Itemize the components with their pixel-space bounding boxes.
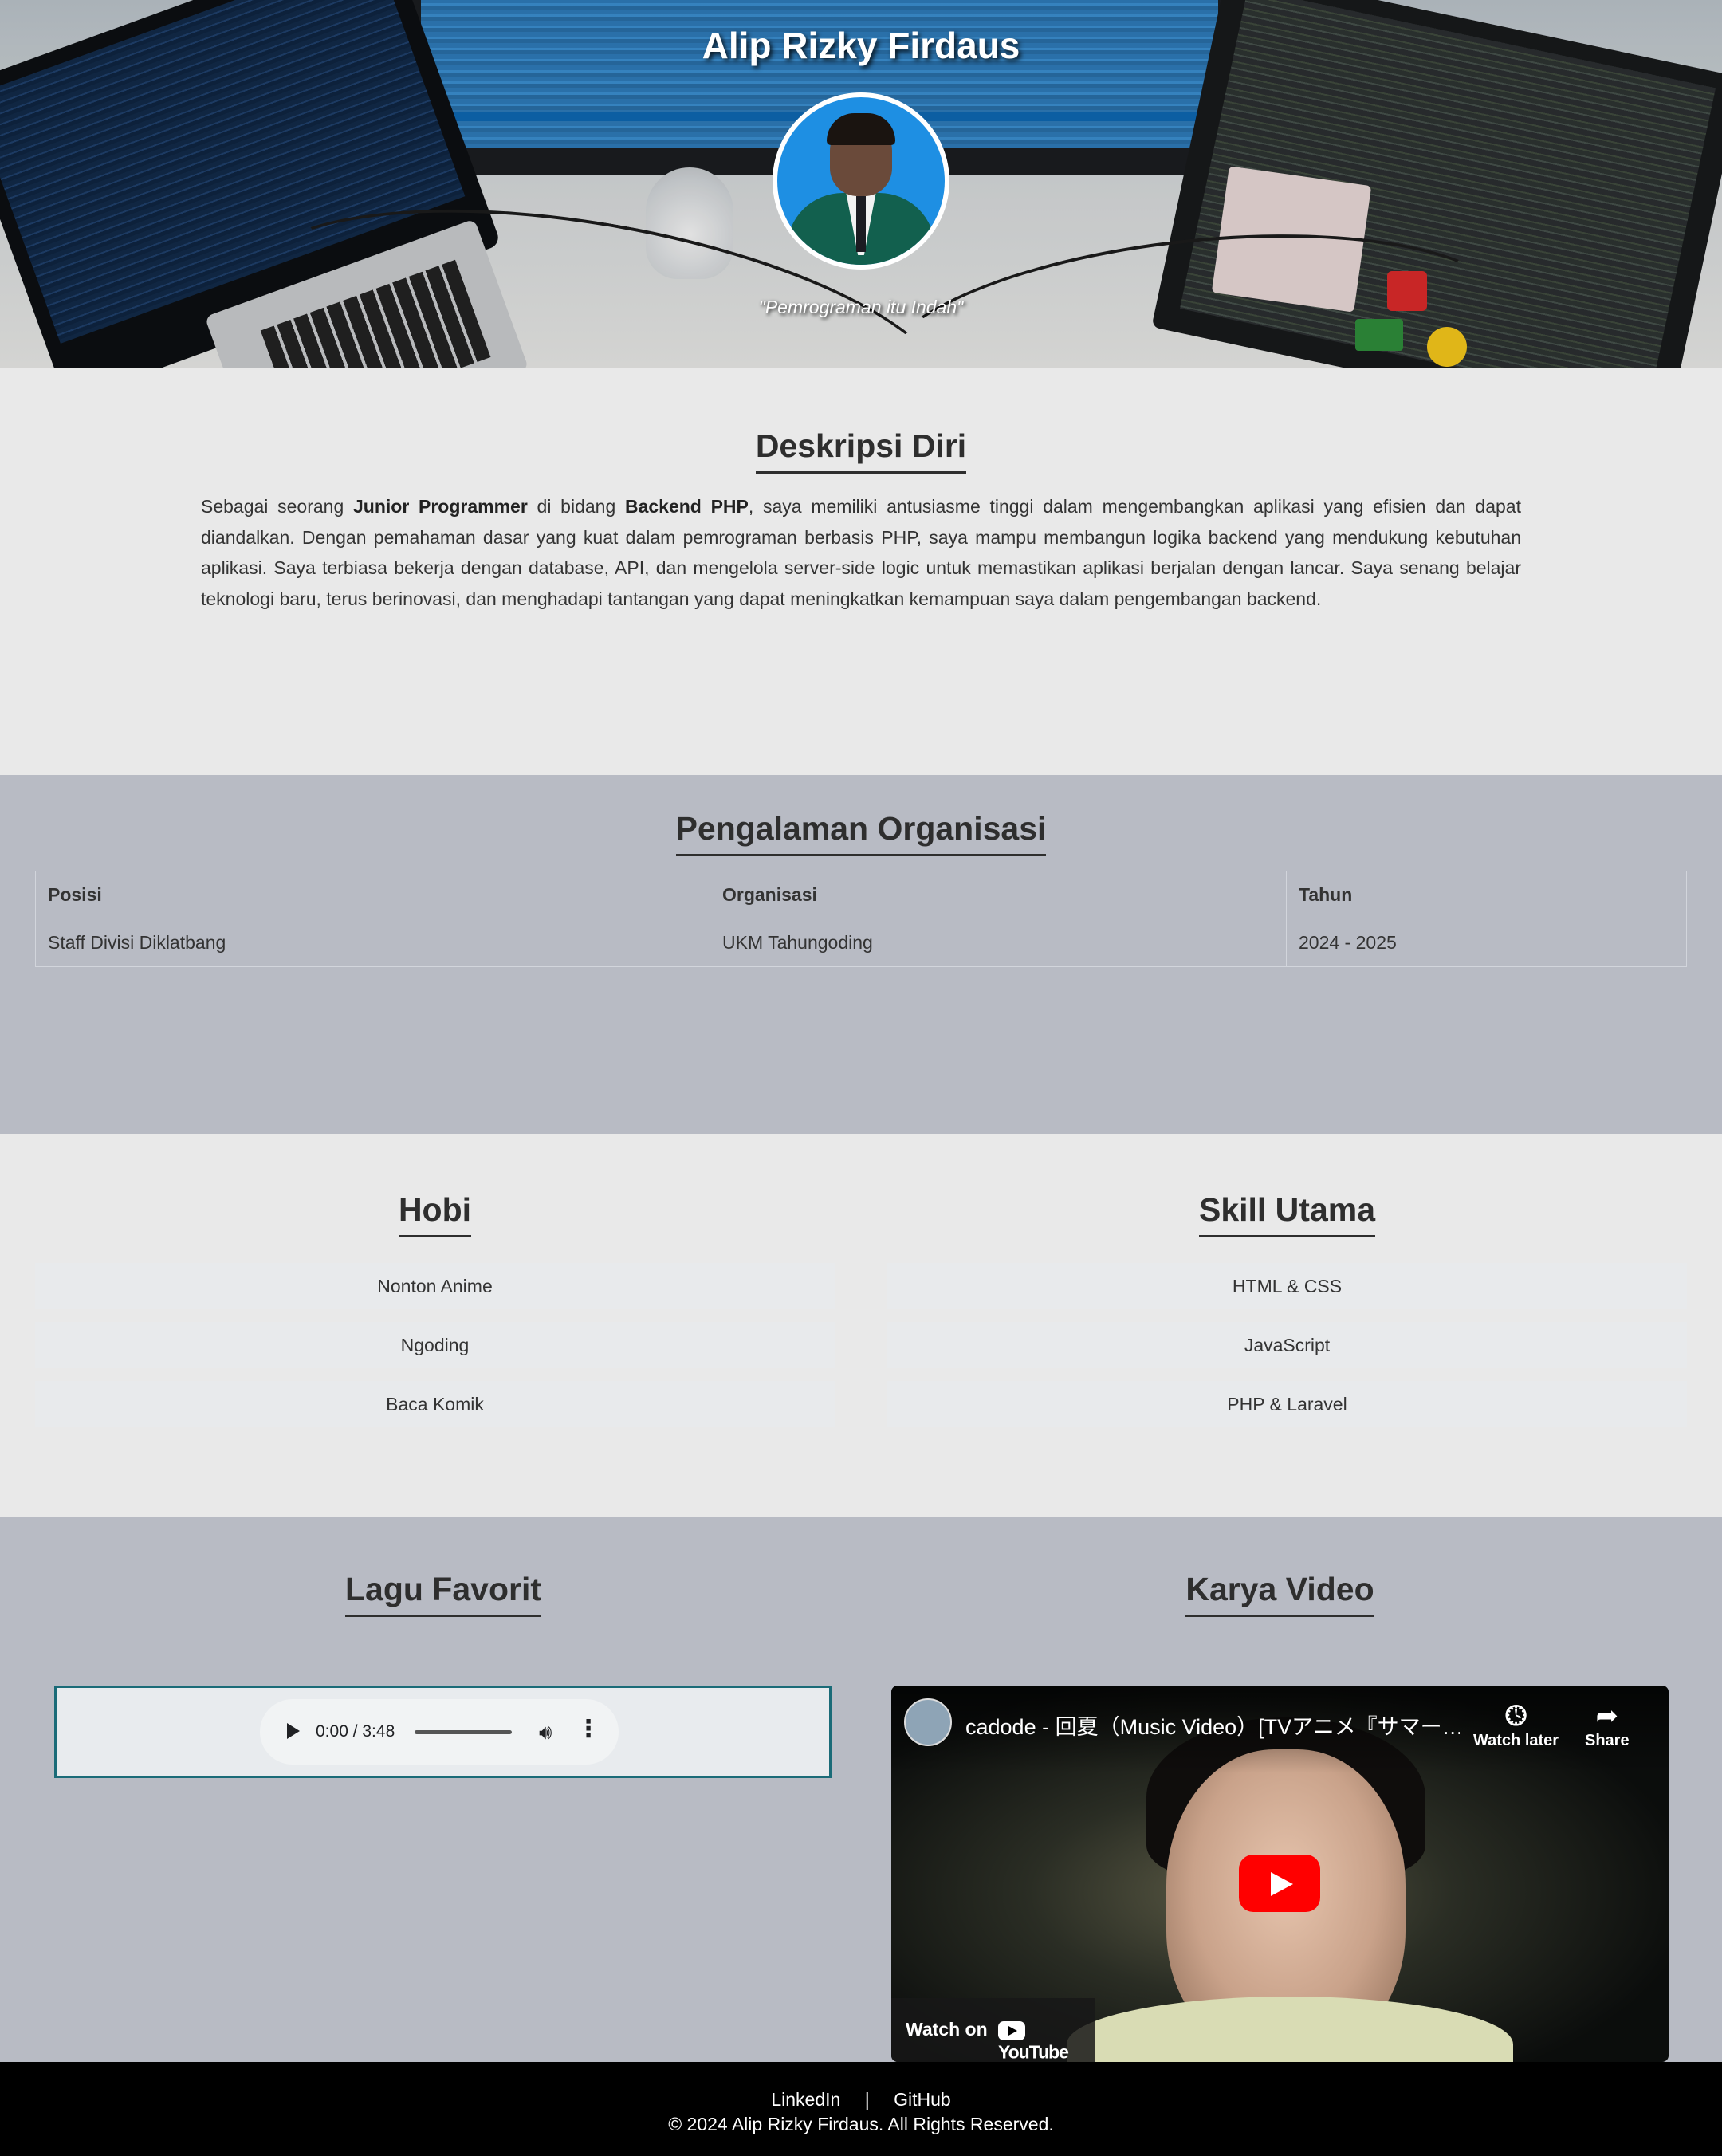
share-button[interactable]: ➦ Share (1585, 1700, 1630, 1750)
music-column: Lagu Favorit 0:00 / 3:48 🔊︎ ⋮ (35, 1571, 851, 1778)
watch-on-youtube-button[interactable]: Watch on YouTube (891, 1998, 1095, 2062)
audio-player[interactable]: 0:00 / 3:48 🔊︎ ⋮ (260, 1699, 619, 1765)
column-header-organization: Organisasi (710, 871, 1287, 919)
description-title: Deskripsi Diri (755, 427, 967, 474)
channel-avatar[interactable] (904, 1698, 952, 1746)
watch-later-label: Watch later (1473, 1732, 1559, 1749)
hero-quote: "Pemrograman itu Indah" (758, 297, 964, 317)
share-icon: ➦ (1595, 1701, 1619, 1731)
github-link[interactable]: GitHub (894, 2089, 951, 2110)
list-item: PHP & Laravel (887, 1381, 1687, 1427)
skills-column: Skill Utama HTML & CSS JavaScript PHP & … (887, 1191, 1687, 1440)
list-item: Nonton Anime (35, 1263, 835, 1309)
table-header-row: Posisi Organisasi Tahun (35, 871, 1687, 919)
list-item: Baca Komik (35, 1381, 835, 1427)
hobbies-title: Hobi (398, 1191, 472, 1237)
description-section: Deskripsi Diri Sebagai seorang Junior Pr… (0, 368, 1722, 775)
volume-icon[interactable]: 🔊︎ (539, 1720, 552, 1745)
organization-table: Posisi Organisasi Tahun Staff Divisi Dik… (35, 871, 1687, 967)
youtube-logo-icon: YouTube (998, 2019, 1095, 2062)
list-item: HTML & CSS (887, 1263, 1687, 1309)
column-header-year: Tahun (1286, 871, 1687, 919)
footer-separator: | (864, 2089, 870, 2110)
watch-on-label: Watch on (906, 2019, 988, 2040)
music-title: Lagu Favorit (344, 1571, 542, 1617)
audio-time: 0:00 / 3:48 (316, 1722, 395, 1741)
organization-section: Pengalaman Organisasi Posisi Organisasi … (0, 775, 1722, 1134)
video-title: Karya Video (1185, 1571, 1374, 1617)
hero-header: Alip Rizky Firdaus "Pemrograman itu Inda… (0, 0, 1722, 368)
play-icon[interactable] (287, 1723, 300, 1739)
hero-name: Alip Rizky Firdaus (702, 25, 1020, 66)
media-section: Lagu Favorit 0:00 / 3:48 🔊︎ ⋮ Karya Vide… (0, 1517, 1722, 2062)
linkedin-link[interactable]: LinkedIn (771, 2089, 840, 2110)
audio-container: 0:00 / 3:48 🔊︎ ⋮ (54, 1686, 832, 1778)
stack-highlight: Backend PHP (624, 496, 749, 517)
watch-later-button[interactable]: 🕓︎ Watch later (1473, 1700, 1559, 1750)
cell-organization: UKM Tahungoding (710, 919, 1287, 967)
table-row: Staff Divisi Diklatbang UKM Tahungoding … (35, 919, 1687, 967)
cell-position: Staff Divisi Diklatbang (35, 919, 710, 967)
audio-seek-bar[interactable] (415, 1730, 512, 1734)
youtube-play-button[interactable] (1239, 1855, 1320, 1912)
profile-avatar (773, 92, 949, 270)
hobbies-skills-section: Hobi Nonton Anime Ngoding Baca Komik Ski… (0, 1134, 1722, 1517)
column-header-position: Posisi (35, 871, 710, 919)
clock-icon: 🕓︎ (1505, 1701, 1527, 1731)
video-name-link[interactable]: cadode - 回夏（Music Video）[TVアニメ『サマー… (965, 1709, 1460, 1741)
skills-title: Skill Utama (1198, 1191, 1376, 1237)
description-text: Sebagai seorang Junior Programmer di bid… (201, 496, 1521, 609)
video-column: Karya Video cadode - 回夏（Music Video）[TVア… (891, 1571, 1669, 2062)
role-highlight: Junior Programmer (353, 496, 528, 517)
page-footer: LinkedIn | GitHub © 2024 Alip Rizky Fird… (0, 2062, 1722, 2156)
list-item: Ngoding (35, 1322, 835, 1368)
share-label: Share (1585, 1732, 1630, 1749)
list-item: JavaScript (887, 1322, 1687, 1368)
organization-title: Pengalaman Organisasi (675, 810, 1047, 856)
youtube-embed[interactable]: cadode - 回夏（Music Video）[TVアニメ『サマー… 🕓︎ W… (891, 1686, 1669, 2062)
hobbies-list: Nonton Anime Ngoding Baca Komik (35, 1263, 835, 1427)
more-options-icon[interactable]: ⋮ (576, 1715, 600, 1743)
skills-list: HTML & CSS JavaScript PHP & Laravel (887, 1263, 1687, 1427)
hobbies-column: Hobi Nonton Anime Ngoding Baca Komik (35, 1191, 835, 1440)
copyright-text: © 2024 Alip Rizky Firdaus. All Rights Re… (668, 2114, 1054, 2134)
cell-year: 2024 - 2025 (1286, 919, 1687, 967)
